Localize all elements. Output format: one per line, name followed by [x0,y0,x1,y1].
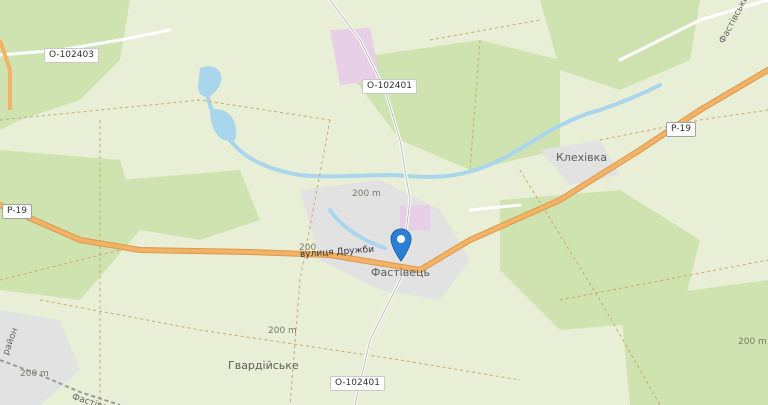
road-shield-o102401-bottom: O-102401 [330,376,385,391]
contour-label: 200 m [20,369,49,379]
place-label-hvardiiske: Гвардійське [228,359,299,372]
road-shield-p19-left: P-19 [2,204,32,219]
ponds [198,66,237,141]
road-shield-o102401-top: O-102401 [362,79,417,94]
road-shield-o102403: O-102403 [44,48,99,63]
location-pin-icon[interactable] [390,228,412,262]
contour-label: 200 [299,243,317,253]
map-base [0,0,768,405]
contour-label: 200 m [268,326,297,336]
map-canvas[interactable]: O-102403 O-102401 O-102401 P-19 P-19 Фас… [0,0,768,405]
contour-label: 200 m [352,189,381,199]
contour-label: 200 m [738,337,767,347]
place-label-klekhivka: Клехівка [556,151,608,164]
road-shield-p19-right: P-19 [666,122,696,137]
place-label-fastivets: Фастівець [371,266,430,279]
